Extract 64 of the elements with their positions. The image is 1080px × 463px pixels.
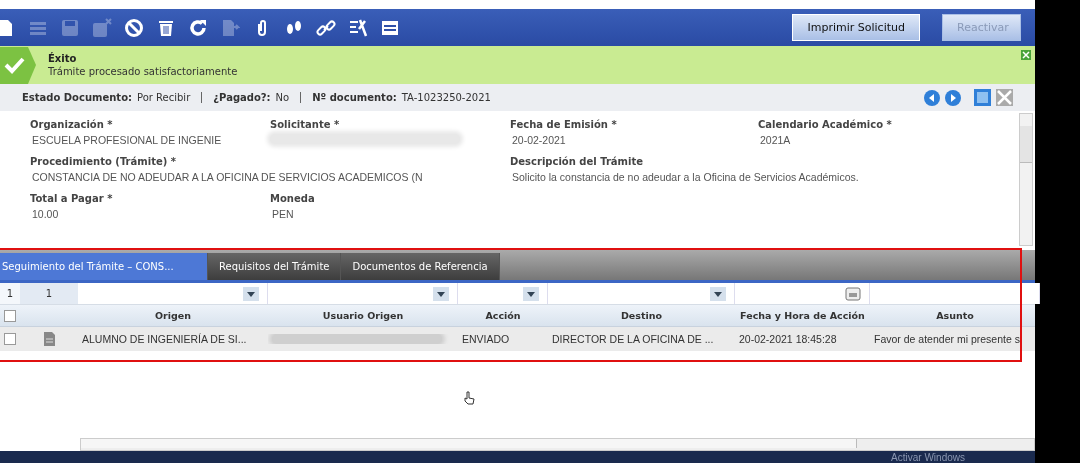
tab[interactable]: Seguimiento del Trámite – CONS... [0,253,208,280]
close-icon[interactable] [1021,50,1031,60]
field-value: PEN [271,208,295,220]
calendar-icon[interactable] [845,286,861,301]
message-text: Trámite procesado satisfactoriamente [48,66,238,77]
field-label: Fecha de Emisión * [510,119,618,130]
hand-cursor-icon [464,391,475,405]
column-header[interactable]: Destino [548,310,735,321]
check-icon [0,46,36,84]
row-counter: 1 [20,283,78,304]
filter-field[interactable] [78,283,268,304]
activation-notice: Activar Windows [891,451,965,463]
filter-field[interactable] [870,283,1040,304]
column-header[interactable]: Acción [458,310,548,321]
field-value: 10.00 [31,208,60,220]
table-cell: ENVIADO [462,333,510,345]
field-label: Total a Pagar * [30,193,114,204]
filter-field[interactable] [458,283,548,304]
field-value: CONSTANCIA DE NO ADEUDAR A LA OFICINA DE SERVICIOS ACADEMICOS (N [31,171,424,183]
dropdown-icon[interactable] [523,286,539,301]
message-title: Éxito [48,53,78,64]
filter-field[interactable] [268,283,458,304]
document-icon [43,332,55,346]
row-counter: 1 [5,288,15,299]
print-button[interactable]: Imprimir Solicitud [792,14,920,41]
field-label: Descripción del Trámite [510,156,644,167]
field-value: Solicito la constancia de no adeudar a la Oficina de Servicios Académicos. [511,171,860,183]
maximize-icon[interactable] [974,89,991,106]
status-label: Nº documento: [312,92,397,103]
status-value: Por Recibir [137,92,191,103]
column-header[interactable]: Asunto [870,310,1040,321]
tab[interactable]: Documentos de Referencia [341,253,500,280]
next-icon[interactable] [945,89,961,106]
vertical-scrollbar[interactable] [1019,113,1033,246]
field-value: 20-02-2021 [511,134,567,146]
tab[interactable]: Requisitos del Trámite [208,253,342,280]
dropdown-icon[interactable] [710,286,726,301]
checkbox[interactable] [4,333,16,345]
status-value: No [275,92,290,103]
close-icon[interactable] [996,89,1013,106]
field-label: Procedimiento (Trámite) * [30,156,177,167]
field-value: ESCUELA PROFESIONAL DE INGENIE [31,134,223,146]
filter-field[interactable] [548,283,735,304]
dropdown-icon[interactable] [243,286,259,301]
column-header[interactable]: Origen [78,310,268,321]
previous-icon[interactable] [924,89,940,106]
table-cell: DIRECTOR DE LA OFICINA DE ... [552,333,714,345]
status-value: TA-1023250-2021 [401,92,491,103]
field-label: Solicitante * [270,119,341,130]
column-header[interactable]: Usuario Origen [268,310,458,321]
horizontal-scrollbar[interactable] [80,438,1035,451]
field-label: Calendario Académico * [758,119,893,130]
field-value: 2021A [759,134,792,146]
field-label: Organización * [30,119,114,130]
checkbox[interactable] [4,309,16,322]
table-cell: Favor de atender mi presente s [874,333,1020,345]
table-cell: 20-02-2021 18:45:28 [739,333,837,345]
status-label: ¿Pagado?: [213,92,271,103]
status-label: Estado Documento: [22,92,132,103]
field-label: Moneda [270,193,316,204]
dropdown-icon[interactable] [433,286,449,301]
filter-field[interactable] [735,283,870,304]
column-header[interactable]: Fecha y Hora de Acción [735,310,870,321]
table-cell: ALUMNO DE INGENIERÍA DE SI... [82,333,247,345]
